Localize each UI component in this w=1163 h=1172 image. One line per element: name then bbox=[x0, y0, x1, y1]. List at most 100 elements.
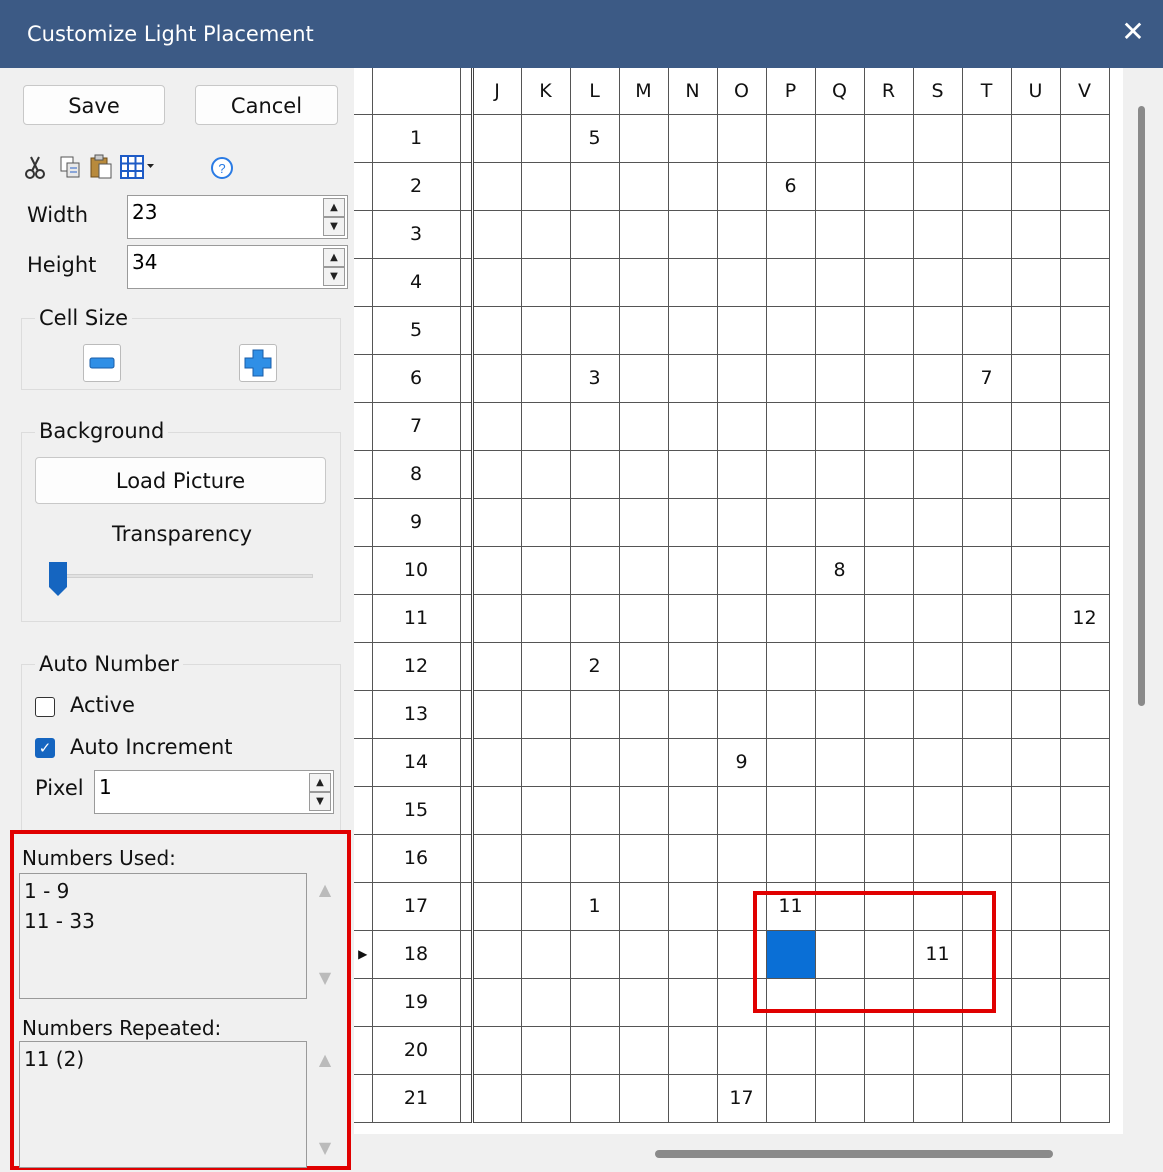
grid-cell[interactable] bbox=[1059, 641, 1110, 691]
grid-cell[interactable] bbox=[569, 929, 620, 979]
grid-cell[interactable] bbox=[912, 1073, 963, 1123]
grid-cell[interactable]: 3 bbox=[569, 353, 620, 403]
grid-cell[interactable] bbox=[471, 641, 522, 691]
grid-cell[interactable] bbox=[1059, 1025, 1110, 1075]
grid-cell[interactable] bbox=[1059, 113, 1110, 163]
grid-cell[interactable] bbox=[1059, 305, 1110, 355]
grid-cell[interactable] bbox=[569, 401, 620, 451]
list-item[interactable]: 11 - 33 bbox=[24, 906, 302, 936]
grid-cell[interactable] bbox=[1059, 1073, 1110, 1123]
row-header[interactable]: 19 bbox=[371, 977, 461, 1027]
grid-cell[interactable] bbox=[618, 401, 669, 451]
grid-cell[interactable] bbox=[765, 209, 816, 259]
grid-cell[interactable] bbox=[618, 977, 669, 1027]
grid-cell[interactable] bbox=[1059, 497, 1110, 547]
grid-cell[interactable] bbox=[863, 1025, 914, 1075]
width-value[interactable]: 23 bbox=[132, 200, 157, 224]
auto-increment-checkbox[interactable]: ✓ bbox=[35, 738, 55, 758]
grid-cell[interactable] bbox=[716, 833, 767, 883]
grid-cell[interactable]: 7 bbox=[961, 353, 1012, 403]
grid-cell[interactable] bbox=[716, 689, 767, 739]
height-up-icon[interactable]: ▲ bbox=[323, 248, 345, 267]
row-header[interactable]: 4 bbox=[371, 257, 461, 307]
grid-cell[interactable] bbox=[912, 497, 963, 547]
grid-row[interactable]: 6 3 7 bbox=[354, 353, 1110, 403]
grid-cell[interactable] bbox=[961, 113, 1012, 163]
column-header-n[interactable]: N bbox=[667, 68, 718, 115]
row-header[interactable]: 10 bbox=[371, 545, 461, 595]
row-header[interactable]: 1 bbox=[371, 113, 461, 163]
paste-icon[interactable] bbox=[90, 154, 112, 179]
grid-cell[interactable] bbox=[765, 353, 816, 403]
grid-cell[interactable] bbox=[716, 257, 767, 307]
grid-cell[interactable] bbox=[618, 353, 669, 403]
grid-cell[interactable]: 9 bbox=[716, 737, 767, 787]
grid-cell[interactable] bbox=[961, 785, 1012, 835]
grid-cell[interactable] bbox=[765, 737, 816, 787]
grid-cell[interactable] bbox=[471, 401, 522, 451]
grid-cell[interactable] bbox=[520, 833, 571, 883]
grid-cell[interactable] bbox=[667, 497, 718, 547]
grid-cell[interactable] bbox=[863, 209, 914, 259]
grid-cell[interactable] bbox=[1059, 353, 1110, 403]
grid-cell[interactable] bbox=[912, 593, 963, 643]
grid-cell[interactable] bbox=[618, 737, 669, 787]
column-header-k[interactable]: K bbox=[520, 68, 571, 115]
column-header-p[interactable]: P bbox=[765, 68, 816, 115]
grid-cell[interactable] bbox=[471, 785, 522, 835]
grid-cell[interactable] bbox=[618, 305, 669, 355]
grid-cell[interactable] bbox=[520, 113, 571, 163]
grid-cell[interactable] bbox=[814, 593, 865, 643]
grid-row[interactable]: 10 8 bbox=[354, 545, 1110, 595]
column-header-v[interactable]: V bbox=[1059, 68, 1110, 115]
grid-cell[interactable] bbox=[618, 209, 669, 259]
grid-cell[interactable]: 2 bbox=[569, 641, 620, 691]
grid-cell[interactable] bbox=[1010, 113, 1061, 163]
grid-cell[interactable] bbox=[912, 401, 963, 451]
grid-cell[interactable] bbox=[520, 977, 571, 1027]
grid-cell[interactable] bbox=[716, 209, 767, 259]
grid-cell[interactable] bbox=[912, 353, 963, 403]
grid-cell[interactable] bbox=[1010, 401, 1061, 451]
grid-cell[interactable] bbox=[569, 785, 620, 835]
grid-cell[interactable] bbox=[912, 305, 963, 355]
grid-cell[interactable] bbox=[569, 305, 620, 355]
grid-cell[interactable] bbox=[520, 785, 571, 835]
grid-row[interactable]: 5 bbox=[354, 305, 1110, 355]
grid-cell[interactable] bbox=[716, 305, 767, 355]
row-header[interactable]: 11 bbox=[371, 593, 461, 643]
grid-cell[interactable] bbox=[471, 161, 522, 211]
grid-cell[interactable] bbox=[961, 1073, 1012, 1123]
row-header[interactable]: 21 bbox=[371, 1073, 461, 1123]
grid-cell[interactable] bbox=[667, 881, 718, 931]
grid-cell[interactable] bbox=[1010, 833, 1061, 883]
grid-cell[interactable] bbox=[618, 689, 669, 739]
grid-cell[interactable] bbox=[1059, 161, 1110, 211]
width-down-icon[interactable]: ▼ bbox=[323, 217, 345, 236]
grid-cell[interactable] bbox=[912, 257, 963, 307]
grid-cell[interactable] bbox=[1059, 881, 1110, 931]
grid-cell[interactable] bbox=[1010, 305, 1061, 355]
row-header[interactable]: 2 bbox=[371, 161, 461, 211]
row-header[interactable]: 6 bbox=[371, 353, 461, 403]
grid-cell[interactable] bbox=[520, 1073, 571, 1123]
grid-cell[interactable] bbox=[520, 545, 571, 595]
grid-row[interactable]: 12 2 bbox=[354, 641, 1110, 691]
grid-cell[interactable] bbox=[471, 977, 522, 1027]
row-header[interactable]: 9 bbox=[371, 497, 461, 547]
grid-menu-icon[interactable] bbox=[120, 155, 154, 179]
grid-cell[interactable] bbox=[520, 305, 571, 355]
grid-cell[interactable] bbox=[1010, 209, 1061, 259]
grid-row[interactable]: 15 bbox=[354, 113, 1110, 163]
grid-cell[interactable] bbox=[765, 593, 816, 643]
grid-cell[interactable] bbox=[667, 833, 718, 883]
grid-cell[interactable] bbox=[912, 545, 963, 595]
grid-cell[interactable] bbox=[912, 209, 963, 259]
grid-cell[interactable] bbox=[520, 1025, 571, 1075]
grid-cell[interactable] bbox=[471, 833, 522, 883]
cut-icon[interactable] bbox=[25, 156, 45, 179]
grid-cell[interactable] bbox=[765, 1073, 816, 1123]
grid-cell[interactable] bbox=[569, 977, 620, 1027]
grid-cell[interactable] bbox=[1010, 881, 1061, 931]
height-value[interactable]: 34 bbox=[132, 250, 157, 274]
